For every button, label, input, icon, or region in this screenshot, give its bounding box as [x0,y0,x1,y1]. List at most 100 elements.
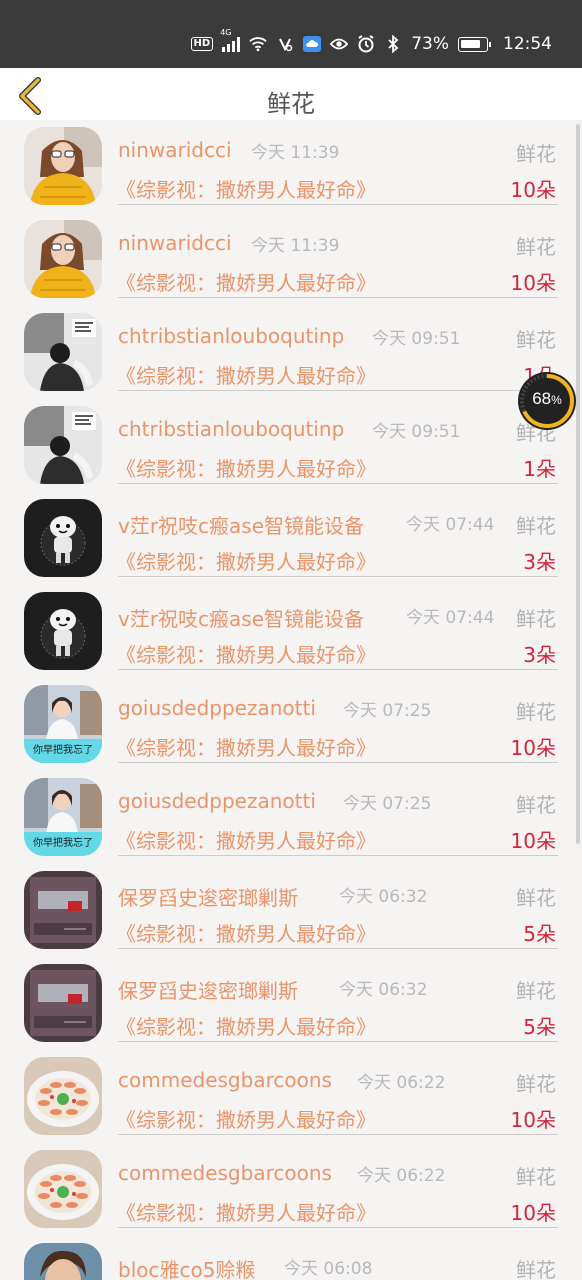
gift-count: 10朵 [510,1201,556,1225]
list-item[interactable]: 保罗舀史逡密瑯剿斯 今天 06:32 鲜花 《综影视：撒娇男人最好命》 5朵 [0,957,582,1050]
gift-count: 10朵 [510,736,556,760]
book-title[interactable]: 《综影视：撒娇男人最好命》 [116,732,376,761]
book-title[interactable]: 《综影视：撒娇男人最好命》 [116,1011,376,1040]
gift-count: 10朵 [510,271,556,295]
scrollbar[interactable] [576,124,580,844]
book-title[interactable]: 《综影视：撒娇男人最好命》 [116,360,376,389]
timestamp: 今天 06:22 [357,1073,446,1093]
gift-type: 鲜花 [516,1165,556,1189]
book-title[interactable]: 《综影视：撒娇男人最好命》 [116,546,376,575]
list-item[interactable]: 你早把我忘了 goiusdedppezanotti 今天 07:25 鲜花 《综… [0,771,582,864]
gift-count: 5朵 [523,922,556,946]
book-title[interactable]: 《综影视：撒娇男人最好命》 [116,267,376,296]
gift-type: 鲜花 [516,142,556,166]
avatar[interactable]: 你早把我忘了 [24,778,102,856]
divider [118,948,558,949]
avatar[interactable] [24,1150,102,1228]
timestamp: 今天 09:51 [372,329,461,349]
avatar[interactable] [24,592,102,670]
nfc-icon [276,35,294,53]
list-item[interactable]: commedesgbarcoons 今天 06:22 鲜花 《综影视：撒娇男人最… [0,1143,582,1236]
timestamp: 今天 11:39 [251,143,340,163]
list-item[interactable]: v茳r祝吱c瘢ase智镜能设备 今天 07:44 鲜花 《综影视：撒娇男人最好命… [0,585,582,678]
username[interactable]: 保罗舀史逡密瑯剿斯 [118,882,298,911]
avatar[interactable] [24,964,102,1042]
username[interactable]: 保罗舀史逡密瑯剿斯 [118,975,298,1004]
gift-type: 鲜花 [516,700,556,724]
svg-text:你早把我忘了: 你早把我忘了 [33,743,93,756]
signal-icon: 4G [220,28,241,52]
list-item[interactable]: commedesgbarcoons 今天 06:22 鲜花 《综影视：撒娇男人最… [0,1050,582,1143]
avatar[interactable] [24,1243,102,1280]
username[interactable]: bloc雅co5赊糇 [118,1254,255,1280]
avatar[interactable] [24,499,102,577]
divider [118,483,558,484]
gift-count: 1朵 [523,457,556,481]
divider [118,297,558,298]
username[interactable]: v茳r祝吱c瘢ase智镜能设备 [118,603,364,632]
gift-count: 10朵 [510,1108,556,1132]
timestamp: 今天 07:25 [343,794,432,814]
gift-count: 5朵 [523,1015,556,1039]
book-title[interactable]: 《综影视：撒娇男人最好命》 [116,918,376,947]
list-item[interactable]: ninwaridcci 今天 11:39 鲜花 《综影视：撒娇男人最好命》 10… [0,120,582,213]
divider [118,390,558,391]
timestamp: 今天 09:51 [372,422,461,442]
timestamp: 今天 07:44 [406,515,495,535]
username[interactable]: chtribstianlouboqutinp [118,417,344,441]
book-title[interactable]: 《综影视：撒娇男人最好命》 [116,639,376,668]
svg-text:你早把我忘了: 你早把我忘了 [33,836,93,849]
username[interactable]: commedesgbarcoons [118,1068,332,1092]
avatar[interactable]: 你早把我忘了 [24,685,102,763]
avatar[interactable] [24,313,102,391]
timestamp: 今天 06:32 [339,887,428,907]
clock: 12:54 [503,34,552,54]
gift-type: 鲜花 [516,607,556,631]
list-item[interactable]: bloc雅co5赊糇 今天 06:08 鲜花 [0,1236,582,1280]
list-item[interactable]: chtribstianlouboqutinp 今天 09:51 鲜花 《综影视：… [0,399,582,492]
battery-percent: 73% [411,34,449,54]
list-item[interactable]: ninwaridcci 今天 11:39 鲜花 《综影视：撒娇男人最好命》 10… [0,213,582,306]
status-bar: HD 4G 73% 12:54 [0,0,582,68]
gift-type: 鲜花 [516,235,556,259]
speed-unit: % [551,393,562,407]
avatar[interactable] [24,871,102,949]
avatar[interactable] [24,127,102,205]
book-title[interactable]: 《综影视：撒娇男人最好命》 [116,825,376,854]
eye-icon [330,35,349,53]
gift-type: 鲜花 [516,1258,556,1280]
username[interactable]: chtribstianlouboqutinp [118,324,344,348]
bluetooth-icon [384,35,402,53]
timestamp: 今天 07:44 [406,608,495,628]
username[interactable]: goiusdedppezanotti [118,696,316,720]
gift-count: 10朵 [510,178,556,202]
username[interactable]: ninwaridcci [118,138,232,162]
avatar[interactable] [24,1057,102,1135]
alarm-icon [357,35,375,53]
divider [118,576,558,577]
username[interactable]: v茳r祝吱c瘢ase智镜能设备 [118,510,364,539]
divider [118,855,558,856]
gift-type: 鲜花 [516,793,556,817]
avatar[interactable] [24,220,102,298]
book-title[interactable]: 《综影视：撒娇男人最好命》 [116,1197,376,1226]
divider [118,1227,558,1228]
list-item[interactable]: 你早把我忘了 goiusdedppezanotti 今天 07:25 鲜花 《综… [0,678,582,771]
book-title[interactable]: 《综影视：撒娇男人最好命》 [116,1104,376,1133]
avatar[interactable] [24,406,102,484]
book-title[interactable]: 《综影视：撒娇男人最好命》 [116,453,376,482]
list-item[interactable]: chtribstianlouboqutinp 今天 09:51 鲜花 《综影视：… [0,306,582,399]
divider [118,669,558,670]
gift-count: 3朵 [523,643,556,667]
gift-type: 鲜花 [516,328,556,352]
list-item[interactable]: v茳r祝吱c瘢ase智镜能设备 今天 07:44 鲜花 《综影视：撒娇男人最好命… [0,492,582,585]
list-item[interactable]: 保罗舀史逡密瑯剿斯 今天 06:32 鲜花 《综影视：撒娇男人最好命》 5朵 [0,864,582,957]
username[interactable]: goiusdedppezanotti [118,789,316,813]
book-title[interactable]: 《综影视：撒娇男人最好命》 [116,174,376,203]
cloud-icon [303,35,322,53]
username[interactable]: commedesgbarcoons [118,1161,332,1185]
gift-type: 鲜花 [516,886,556,910]
gift-record-list[interactable]: ninwaridcci 今天 11:39 鲜花 《综影视：撒娇男人最好命》 10… [0,120,582,1280]
username[interactable]: ninwaridcci [118,231,232,255]
speed-badge[interactable]: 68% [518,372,576,430]
